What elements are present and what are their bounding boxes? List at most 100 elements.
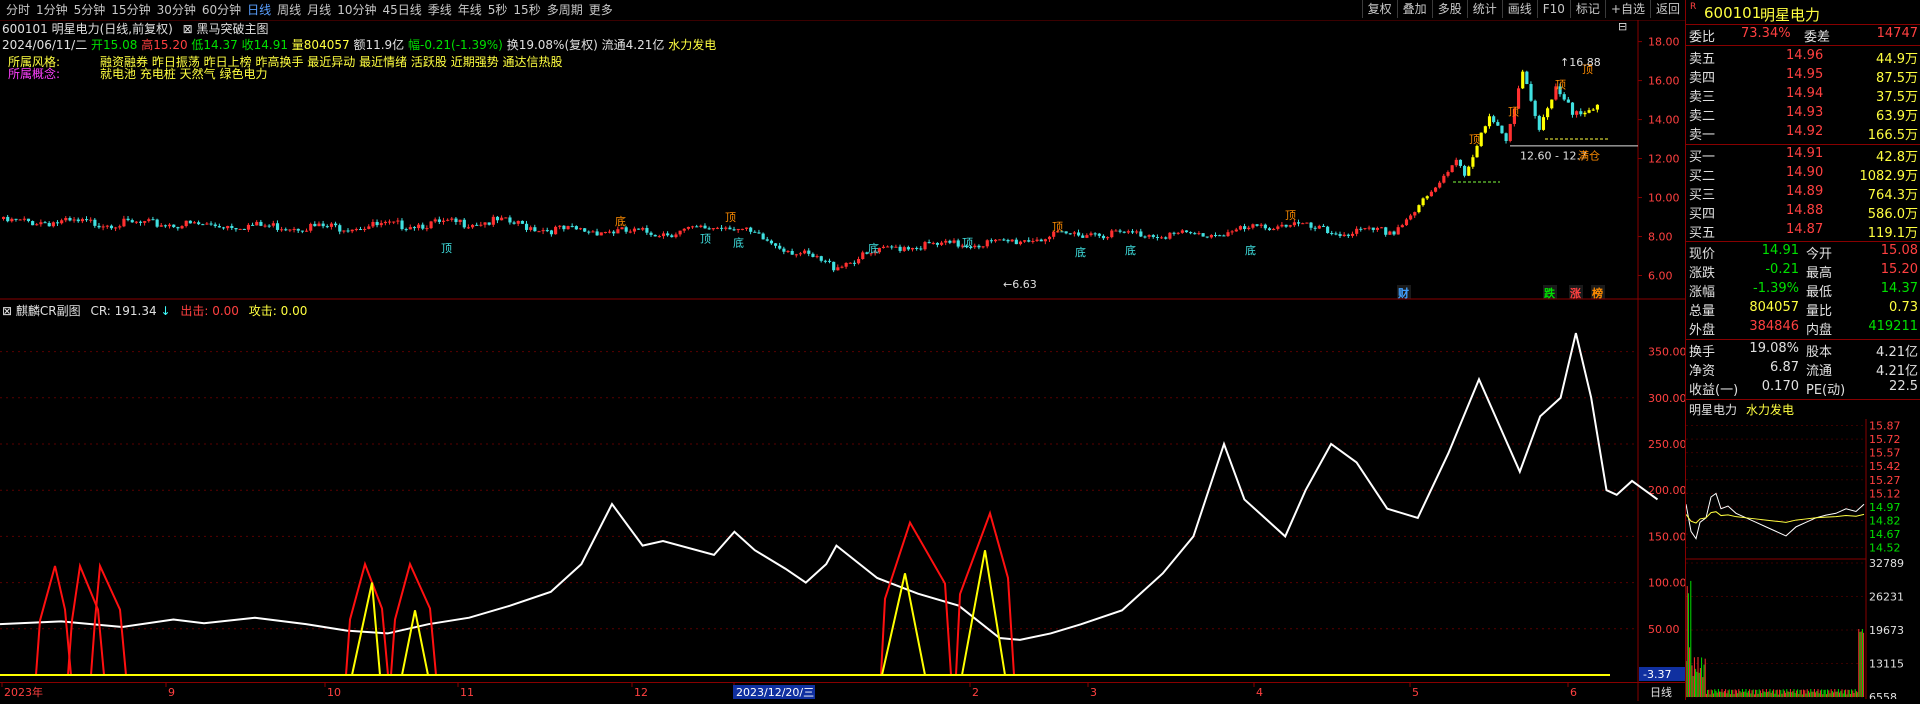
period-tab-9[interactable]: 10分钟 [337, 2, 376, 18]
candle-body [1077, 232, 1081, 236]
tool-button-1[interactable]: 叠加 [1396, 0, 1432, 18]
candle-body [1359, 228, 1363, 230]
ask-row[interactable]: 卖三 14.94 37.5万 [1686, 86, 1920, 105]
range-label: 12.60 - 12.7 [1520, 150, 1587, 163]
candle-body [1537, 115, 1541, 130]
period-tab-12[interactable]: 年线 [458, 2, 482, 18]
tool-button-6[interactable]: 标记 [1569, 0, 1605, 18]
candle-body [1002, 239, 1006, 241]
candle-body [661, 233, 666, 237]
bid-row[interactable]: 买二 14.90 1082.9万 [1686, 165, 1920, 184]
candle-body [1106, 237, 1110, 239]
candle-body [1139, 231, 1143, 237]
tool-button-5[interactable]: F10 [1536, 0, 1570, 18]
event-tag[interactable]: 跌 [1544, 286, 1556, 300]
period-tab-14[interactable]: 15秒 [513, 2, 540, 18]
tool-button-8[interactable]: 返回 [1649, 0, 1685, 18]
candle-body [72, 219, 76, 221]
sub-indicator-name[interactable]: 麒麟CR副图 [16, 304, 81, 318]
time-label: 3 [1090, 686, 1097, 699]
candle-body [1450, 165, 1454, 173]
period-tab-3[interactable]: 15分钟 [111, 2, 150, 18]
signal-marker: 顶 [725, 211, 736, 224]
period-tab-11[interactable]: 季线 [428, 2, 452, 18]
event-tag[interactable]: 财 [1397, 286, 1409, 300]
period-tab-10[interactable]: 45日线 [382, 2, 421, 18]
period-name: 日线 [1650, 685, 1672, 699]
fund-label: 收益(一) [1689, 383, 1739, 398]
period-tab-16[interactable]: 更多 [589, 2, 613, 18]
candle-body [354, 229, 358, 231]
main-indicator-name[interactable]: 黑马突破主图 [197, 22, 269, 36]
candle-body [715, 227, 720, 229]
cr-subchart-panel[interactable]: 350.00 300.00 250.00 200.00 150.00 100.00 50.0… [0, 300, 1687, 682]
ask-row[interactable]: 卖四 14.95 87.5万 [1686, 67, 1920, 86]
candle-body [342, 230, 346, 232]
bar-close: 收14.91 [241, 38, 288, 52]
cr-value: CR: 191.34 [90, 304, 157, 318]
stat-value: -0.21 [1765, 262, 1799, 277]
tool-button-7[interactable]: +自选 [1604, 0, 1650, 18]
period-tab-7[interactable]: 周线 [277, 2, 301, 18]
tool-button-2[interactable]: 多股 [1431, 0, 1467, 18]
ask-row[interactable]: 卖一 14.92 166.5万 [1686, 124, 1920, 143]
period-tab-0[interactable]: 分时 [6, 2, 30, 18]
period-tab-4[interactable]: 30分钟 [157, 2, 196, 18]
ask-row[interactable]: 卖五 14.96 44.9万 [1686, 48, 1920, 67]
candle-body [1006, 239, 1010, 242]
bid-row[interactable]: 买四 14.88 586.0万 [1686, 203, 1920, 222]
candle-body [1384, 227, 1388, 235]
time-label: 2 [972, 686, 979, 699]
tool-button-0[interactable]: 复权 [1361, 0, 1397, 18]
bid-row[interactable]: 买五 14.87 119.1万 [1686, 222, 1920, 241]
fund-value: 19.08% [1749, 341, 1799, 356]
intraday-chart[interactable]: 15.8715.7215.5715.4215.2715.1214.9714.82… [1686, 419, 1920, 699]
candle-body [583, 228, 587, 232]
candle-body [1438, 182, 1442, 188]
period-tab-1[interactable]: 1分钟 [36, 2, 68, 18]
candle-body [159, 225, 163, 227]
candle-body [906, 247, 910, 250]
chart-settings-icon[interactable]: ⊟ [1618, 20, 1627, 33]
ask-row[interactable]: 卖二 14.93 63.9万 [1686, 105, 1920, 124]
ask-price: 14.95 [1786, 67, 1824, 82]
period-tab-15[interactable]: 多周期 [547, 2, 583, 18]
candle-body [504, 217, 508, 219]
event-tag[interactable]: 涨 [1570, 286, 1581, 300]
period-tab-5[interactable]: 60分钟 [202, 2, 241, 18]
main-chart-panel[interactable]: 18.00 16.00 14.00 12.00 10.00 8.00 6.00 顶底顶顶底底顶… [0, 20, 1685, 300]
candle-body [1118, 230, 1122, 232]
position-label: 满仓 [1578, 149, 1600, 163]
candle-body [31, 221, 35, 226]
candle-body [1259, 224, 1263, 226]
candle-body [280, 229, 284, 231]
tool-button-3[interactable]: 统计 [1466, 0, 1502, 18]
bid-price: 14.91 [1786, 146, 1824, 161]
signal-marker: 底 [1125, 243, 1136, 257]
candle-body [321, 223, 325, 227]
candle-body [371, 221, 375, 227]
candle-body [450, 218, 454, 220]
period-tab-6[interactable]: 日线 [247, 2, 271, 18]
cr-chart[interactable]: 350.00 300.00 250.00 200.00 150.00 100.00 50.0… [0, 300, 1687, 682]
candle-body [1496, 122, 1500, 126]
candle-body [1355, 228, 1359, 234]
period-tab-13[interactable]: 5秒 [488, 2, 508, 18]
tool-button-4[interactable]: 画线 [1501, 0, 1537, 18]
bid-row[interactable]: 买三 14.89 764.3万 [1686, 184, 1920, 203]
event-tag[interactable]: 榜 [1592, 286, 1603, 300]
period-tab-8[interactable]: 月线 [307, 2, 331, 18]
candle-body [595, 231, 599, 236]
period-tab-2[interactable]: 5分钟 [74, 2, 106, 18]
candle-body [400, 220, 404, 230]
bid-row[interactable]: 买一 14.91 42.8万 [1686, 146, 1920, 165]
candle-body [300, 230, 304, 232]
candle-body [6, 216, 10, 222]
fund-row: 净资 6.87 流通 4.21亿 [1686, 360, 1920, 379]
candle-body [1180, 230, 1184, 233]
time-label: 11 [460, 686, 474, 699]
candle-body [923, 242, 927, 250]
candle-body [10, 218, 14, 222]
signal-marker: 底 [1075, 245, 1086, 259]
cr-tick-label: 50.00 [1648, 623, 1680, 636]
